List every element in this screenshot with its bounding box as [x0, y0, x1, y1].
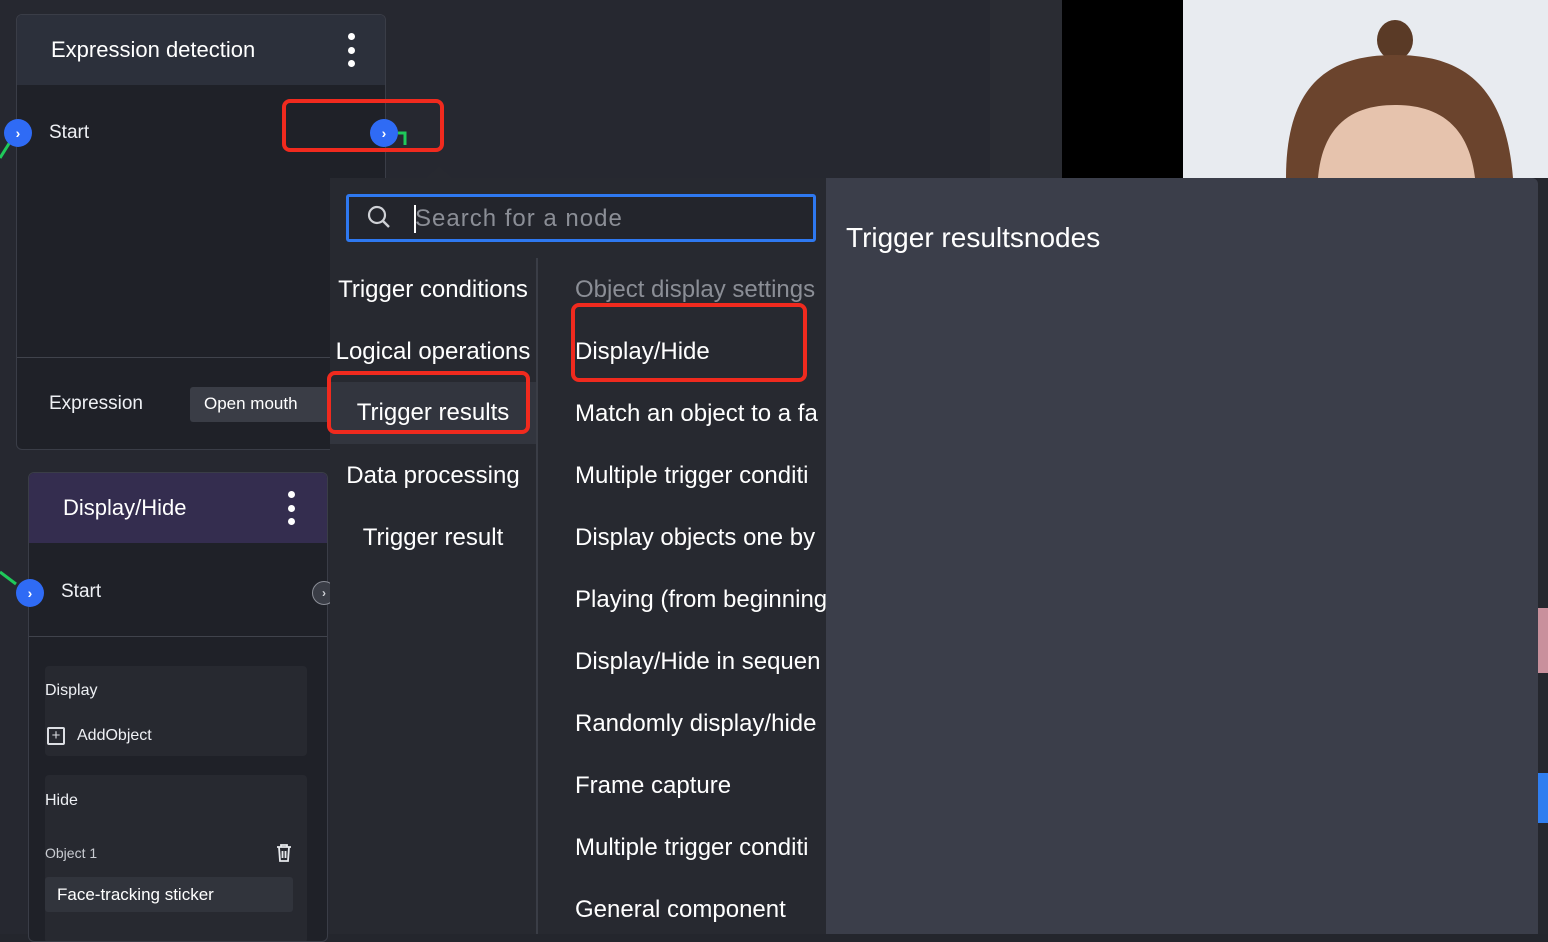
node-item[interactable]: Multiple trigger conditi — [575, 834, 808, 862]
node-title: Display/Hide — [63, 495, 187, 520]
highlight-box — [327, 371, 530, 434]
expression-value: Open mouth — [204, 394, 298, 413]
add-object-button[interactable]: AddObject — [77, 727, 152, 745]
node-item[interactable]: Playing (from beginning — [575, 586, 826, 614]
search-input[interactable] — [413, 201, 807, 237]
node-item[interactable]: Randomly display/hide — [575, 710, 816, 738]
node-item[interactable]: Display/Hide in sequen — [575, 648, 820, 676]
object-select[interactable]: Face-tracking sticker — [45, 877, 293, 912]
category-logical-operations[interactable]: Logical operations — [330, 338, 536, 366]
category-trigger-conditions[interactable]: Trigger conditions — [330, 276, 536, 304]
node-search-box[interactable] — [346, 194, 816, 242]
items-subheading: Object display settings — [575, 276, 816, 303]
canvas-edge — [990, 0, 1062, 178]
category-data-processing[interactable]: Data processing — [330, 462, 536, 490]
preview-letterbox — [1062, 0, 1183, 178]
category-trigger-result[interactable]: Trigger result — [330, 524, 536, 552]
input-port-chevron-right-icon[interactable]: › — [16, 579, 44, 607]
node-title: Expression detection — [51, 37, 256, 62]
search-icon — [367, 205, 390, 228]
display-section-label: Display — [45, 682, 98, 699]
kebab-menu-icon[interactable] — [347, 33, 355, 67]
display-section: Display + AddObject — [45, 666, 307, 756]
start-port-label: Start — [61, 581, 102, 602]
node-header[interactable]: Display/Hide — [29, 473, 327, 543]
text-cursor — [414, 205, 416, 233]
expression-label: Expression — [49, 393, 143, 414]
plus-square-icon[interactable]: + — [47, 727, 65, 745]
expression-select[interactable]: Open mouth — [190, 387, 340, 422]
preview-image — [1183, 0, 1548, 178]
object-label: Object 1 — [45, 845, 98, 861]
highlight-box — [571, 303, 807, 382]
start-port-label: Start — [49, 122, 90, 143]
node-header[interactable]: Expression detection — [17, 15, 385, 85]
detail-title: Trigger resultsnodes — [846, 222, 1101, 253]
input-port-chevron-right-icon[interactable]: › — [4, 119, 32, 147]
node-item[interactable]: Frame capture — [575, 772, 731, 800]
side-panel-edge — [1538, 178, 1548, 934]
display-hide-node[interactable]: Display/Hide Start Display + AddObject H… — [28, 472, 328, 942]
kebab-menu-icon[interactable] — [287, 491, 295, 525]
trash-icon[interactable] — [275, 843, 293, 863]
node-menu-detail: Trigger resultsnodes — [826, 178, 1538, 934]
node-item[interactable]: Display objects one by — [575, 524, 815, 552]
panel-color-swatch — [1538, 608, 1548, 673]
object-value: Face-tracking sticker — [57, 885, 214, 904]
highlight-box — [282, 99, 444, 152]
hide-section: Hide Object 1 Face-tracking sticker — [45, 775, 307, 941]
hide-section-label: Hide — [45, 792, 78, 809]
node-item[interactable]: General component — [575, 896, 786, 924]
node-divider — [29, 636, 327, 637]
node-item[interactable]: Multiple trigger conditi — [575, 462, 808, 490]
node-item[interactable]: Match an object to a fa — [575, 400, 818, 428]
panel-scroll-handle[interactable] — [1538, 773, 1548, 823]
